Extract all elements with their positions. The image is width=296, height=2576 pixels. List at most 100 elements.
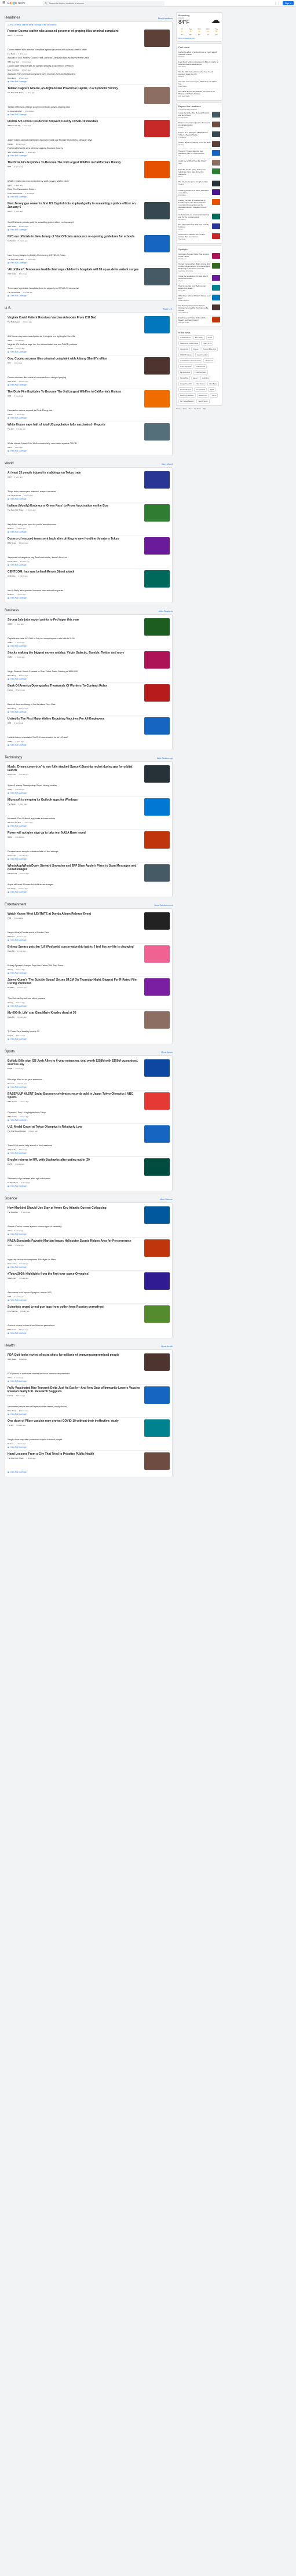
lead-story[interactable]: CENTCOM: Iran was behind Mercer Street a… — [8, 570, 170, 588]
topic-chip[interactable]: New Orleans — [196, 399, 210, 403]
story-headline[interactable]: New Jersey gas owner in first US Capitol… — [8, 202, 142, 209]
story-thumbnail[interactable] — [144, 831, 170, 849]
section-title[interactable]: Science — [5, 1197, 17, 1201]
story-thumbnail[interactable] — [144, 1011, 170, 1029]
story-thumbnail[interactable] — [144, 390, 170, 408]
full-coverage-link[interactable]: ▦ View Full Coverage — [8, 80, 170, 83]
full-coverage-link[interactable]: ▦ View Full Coverage — [8, 1413, 170, 1415]
topic-chip[interactable]: United States Championship — [178, 358, 203, 363]
story-thumbnail[interactable] — [144, 1353, 170, 1371]
source-name[interactable]: Windows Central — [8, 821, 21, 824]
lead-story[interactable]: Rover will not give sign up to take test… — [8, 831, 170, 849]
story-thumbnail[interactable] — [144, 1272, 170, 1290]
source-name[interactable]: Page Six — [8, 950, 14, 952]
related-story[interactable]: Bank of America Hiring of Old Workers Ov… — [8, 703, 170, 710]
topic-chip[interactable]: Wasserman — [196, 393, 209, 398]
full-coverage-link[interactable]: ▦ View Full Coverage — [8, 229, 170, 231]
full-coverage-label[interactable]: View Full Coverage — [10, 597, 27, 599]
story-thumbnail[interactable] — [144, 1419, 170, 1437]
source-name[interactable]: Bloomberg — [8, 77, 16, 79]
lead-story[interactable]: Brooks returns to NFL with Seahawks afte… — [8, 1158, 170, 1176]
source-name[interactable]: CNET — [8, 788, 12, 791]
lead-story[interactable]: White House says half of total US popula… — [8, 423, 170, 441]
sidebar-story-thumbnail[interactable] — [212, 112, 220, 118]
sidebar-story-thumbnail[interactable] — [212, 233, 220, 239]
story-headline[interactable]: The Dixie Fire Explodes To Become The 3r… — [8, 390, 142, 394]
story-headline[interactable]: CENTCOM: Iran was behind Mercer Street a… — [8, 570, 142, 574]
related-story[interactable]: SpaceX stacks Starship atop Super Heavy … — [8, 784, 170, 791]
source-name[interactable]: CNN — [8, 476, 12, 478]
story-headline[interactable]: Scientists urged to not gun tags from po… — [8, 1305, 142, 1309]
related-headline[interactable]: Team USA medal tally ahead of final week… — [8, 1144, 170, 1147]
source-name[interactable]: KRCR — [8, 413, 13, 416]
story-headline[interactable]: Florida 5th school resident in Broward C… — [8, 120, 142, 123]
related-story[interactable]: Olympics: Day 14 highlights from Tokyo NB… — [8, 1111, 170, 1118]
source-name[interactable]: ABC News — [8, 380, 16, 383]
story-thumbnail[interactable] — [144, 504, 170, 522]
sidebar-story[interactable]: No, the CDC has not forced the 'Anti-Cov… — [178, 69, 220, 79]
story-headline[interactable]: Gov. Cuomo accuser files criminal compla… — [8, 357, 142, 361]
source-name[interactable]: Space.com — [8, 1263, 16, 1265]
story-headline[interactable]: The Dixie Fire Explodes To Become The 3r… — [8, 161, 142, 164]
full-coverage-label[interactable]: View Full Coverage — [10, 1332, 27, 1334]
related-story[interactable]: Evacuation orders expand as Dixie Fire g… — [8, 409, 170, 416]
story-thumbnail[interactable] — [144, 1206, 170, 1224]
story-headline[interactable]: BASEPLUP ALERT Sadar Bassoon celebrates … — [8, 1092, 142, 1099]
full-coverage-link[interactable]: ▦ View Full Coverage — [8, 597, 170, 599]
menu-icon[interactable]: ☰ — [2, 1, 5, 5]
story-headline[interactable]: United Is The First Major Airline Requir… — [8, 717, 142, 721]
full-coverage-label[interactable]: View Full Coverage — [10, 972, 27, 974]
related-headline[interactable]: Iran is likely lab-expected to cause int… — [8, 589, 170, 592]
lead-story[interactable]: BASEPLUP ALERT Sadar Bassoon celebrates … — [8, 1092, 170, 1110]
sidebar-story[interactable]: No, Pfizer Employees Did Not Put Omicron… — [178, 89, 220, 98]
full-coverage-link[interactable]: ▦ View Full Coverage — [8, 1119, 170, 1121]
sidebar-story-headline[interactable]: How do you like your Hedy Lamarr Boardro… — [178, 285, 211, 289]
sidebar-story[interactable]: The biggest hack of 2021 was a family bu… — [178, 222, 220, 232]
related-story[interactable]: United Airlines mandate COVID-19 vaccina… — [8, 736, 170, 743]
sidebar-story[interactable]: Cuomo fights on, staying to run the stat… — [178, 140, 220, 149]
full-coverage-link[interactable]: ▦ View Full Coverage — [8, 1005, 170, 1007]
story-headline[interactable]: White House says half of total US popula… — [8, 423, 142, 427]
sidebar-story-thumbnail[interactable] — [212, 275, 220, 281]
story-headline[interactable]: Watch Kanye West LEVITATE at Donda Album… — [8, 912, 142, 916]
source-name[interactable]: CNN — [8, 184, 12, 186]
full-coverage-link[interactable]: ▦ View Full Coverage — [8, 262, 170, 264]
story-thumbnail[interactable] — [144, 717, 170, 735]
source-name[interactable]: Space.com — [8, 1277, 16, 1279]
source-name[interactable]: TMZ — [8, 917, 11, 919]
full-coverage-link[interactable]: ▦ View Full Coverage — [8, 351, 170, 353]
sidebar-story[interactable]: Supreme Court changes to a Trump-era imm… — [178, 120, 220, 130]
source-name[interactable]: CNN — [8, 34, 12, 36]
more-link[interactable]: More Health — [161, 1345, 173, 1348]
source-name[interactable]: NASA — [8, 836, 12, 838]
sidebar-story-headline[interactable]: Fourth-Leader Trade 'Enforced the Breath… — [178, 317, 211, 321]
sidebar-story[interactable]: Inside the Spike: Iran Nuclear Program a… — [178, 111, 220, 120]
story-headline[interactable]: How Mankind Should Use Stay at Home Key … — [8, 1206, 142, 1210]
story-thumbnail[interactable] — [144, 945, 170, 963]
sidebar-story[interactable]: Thrilling prospects for wildly forfeitur… — [178, 188, 220, 198]
sidebar-story-thumbnail[interactable] — [212, 285, 220, 291]
sidebar-story[interactable]: Ineffective effect of police forces on '… — [178, 50, 220, 60]
lead-story[interactable]: NYC ear officials in New Jersey of 'Ida'… — [8, 235, 170, 252]
sidebar-story[interactable]: How do you like your Hedy Lamarr Boardro… — [178, 284, 220, 293]
sidebar-story-headline[interactable]: Inside the Spike: Iran Nuclear Program a… — [178, 112, 211, 116]
full-coverage-label[interactable]: View Full Coverage — [10, 858, 27, 860]
story-thumbnail[interactable] — [144, 423, 170, 441]
story-headline[interactable]: #Tokyo2020: Highlights from the first-ev… — [8, 1272, 142, 1276]
full-coverage-link[interactable]: ▦ View Full Coverage — [8, 1380, 170, 1382]
full-coverage-link[interactable]: ▦ View Full Coverage — [8, 645, 170, 647]
source-name[interactable]: NBC Sports — [8, 1100, 17, 1103]
lead-story[interactable]: NASA Standards Favorite Martian Image: H… — [8, 1239, 170, 1257]
full-coverage-link[interactable]: ▦ View Full Coverage — [8, 744, 170, 746]
source-name[interactable]: The Hill — [8, 1424, 13, 1426]
sidebar-block-title[interactable]: Fact check — [178, 46, 220, 49]
source-name[interactable]: NPR — [8, 395, 11, 397]
topic-chip[interactable]: Pittsburgh Steelers — [178, 393, 196, 398]
lead-story[interactable]: Strong July jobs report points to Fed ta… — [8, 618, 170, 636]
source-name[interactable]: Politico — [8, 143, 13, 145]
sidebar-story[interactable]: The Pennsylvania Ghost Hunters Chicken G… — [178, 303, 220, 315]
source-name[interactable]: CNBC — [8, 740, 13, 743]
source-name[interactable]: USA Today — [8, 273, 16, 275]
story-thumbnail[interactable] — [144, 618, 170, 636]
source-name[interactable]: WRIC — [8, 339, 12, 342]
